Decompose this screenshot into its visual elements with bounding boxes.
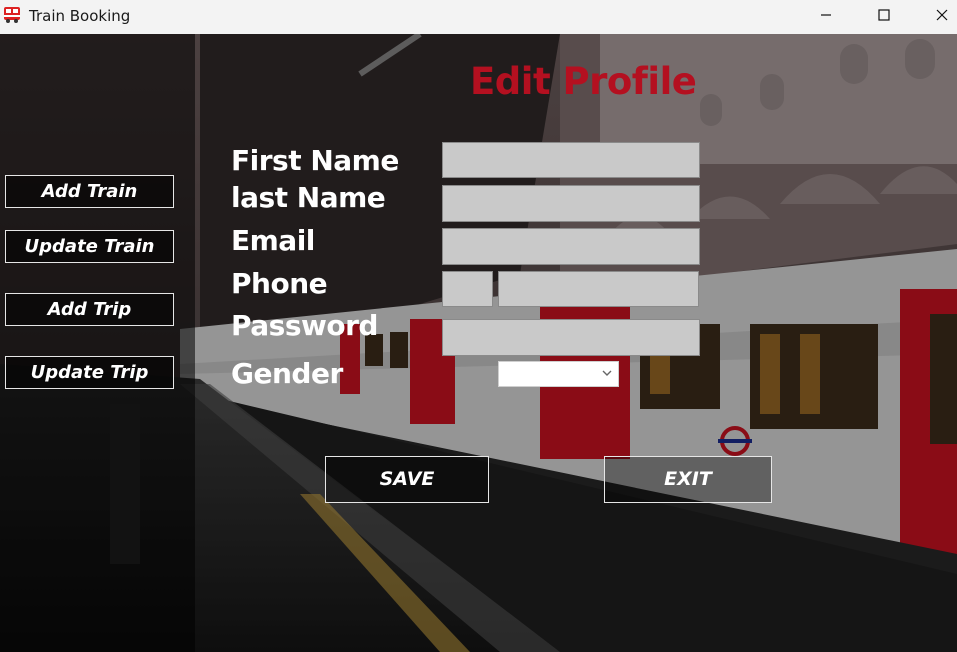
add-trip-button[interactable]: Add Trip [5, 293, 174, 326]
page-title: Edit Profile [470, 60, 697, 103]
update-train-button[interactable]: Update Train [5, 230, 174, 263]
window-title: Train Booking [29, 7, 131, 25]
chevron-down-icon [602, 370, 612, 376]
update-trip-button[interactable]: Update Trip [5, 356, 174, 389]
password-label: Password [231, 309, 378, 342]
password-field[interactable] [442, 319, 700, 356]
close-icon [936, 9, 948, 21]
last-name-label: last Name [231, 181, 386, 214]
train-icon [3, 6, 21, 24]
window-titlebar: Train Booking [0, 0, 957, 34]
client-area: Edit Profile Add Train Update Train Add … [0, 34, 957, 652]
email-field[interactable] [442, 228, 700, 265]
gender-select[interactable] [498, 361, 619, 387]
phone-field[interactable] [498, 271, 699, 307]
maximize-button[interactable] [861, 0, 907, 32]
gender-label: Gender [231, 357, 343, 390]
first-name-label: First Name [231, 144, 399, 177]
email-label: Email [231, 224, 315, 257]
add-train-button[interactable]: Add Train [5, 175, 174, 208]
maximize-icon [878, 9, 890, 21]
close-button[interactable] [919, 0, 957, 32]
phone-code-field[interactable] [442, 271, 493, 307]
exit-button[interactable]: EXIT [604, 456, 772, 503]
minimize-button[interactable] [803, 0, 849, 32]
save-button[interactable]: SAVE [325, 456, 489, 503]
last-name-field[interactable] [442, 185, 700, 222]
first-name-field[interactable] [442, 142, 700, 178]
minimize-icon [821, 14, 831, 16]
phone-label: Phone [231, 267, 328, 300]
